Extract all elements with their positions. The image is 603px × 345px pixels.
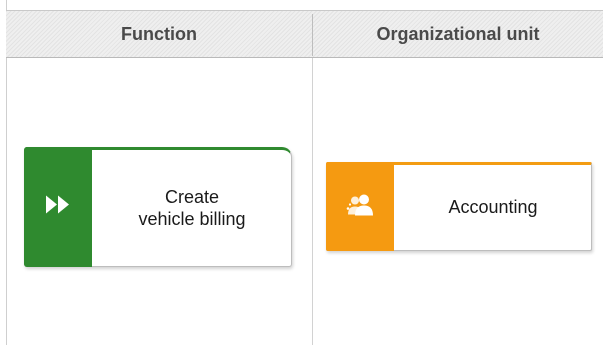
org-unit-strip	[326, 162, 394, 251]
function-strip	[24, 147, 92, 267]
fast-forward-icon	[45, 195, 71, 220]
lane-header-function[interactable]: Function	[6, 11, 312, 58]
function-label: Create vehicle billing	[138, 186, 246, 230]
org-unit-label: Accounting	[448, 197, 538, 218]
org-unit-box[interactable]: Accounting	[326, 162, 592, 251]
group-icon	[345, 192, 375, 221]
lane-header-organizational-unit[interactable]: Organizational unit	[313, 11, 603, 58]
function-box[interactable]: Create vehicle billing	[24, 147, 292, 267]
lane-header-bar: Function Organizational unit	[6, 10, 603, 58]
lane-divider	[312, 58, 313, 345]
